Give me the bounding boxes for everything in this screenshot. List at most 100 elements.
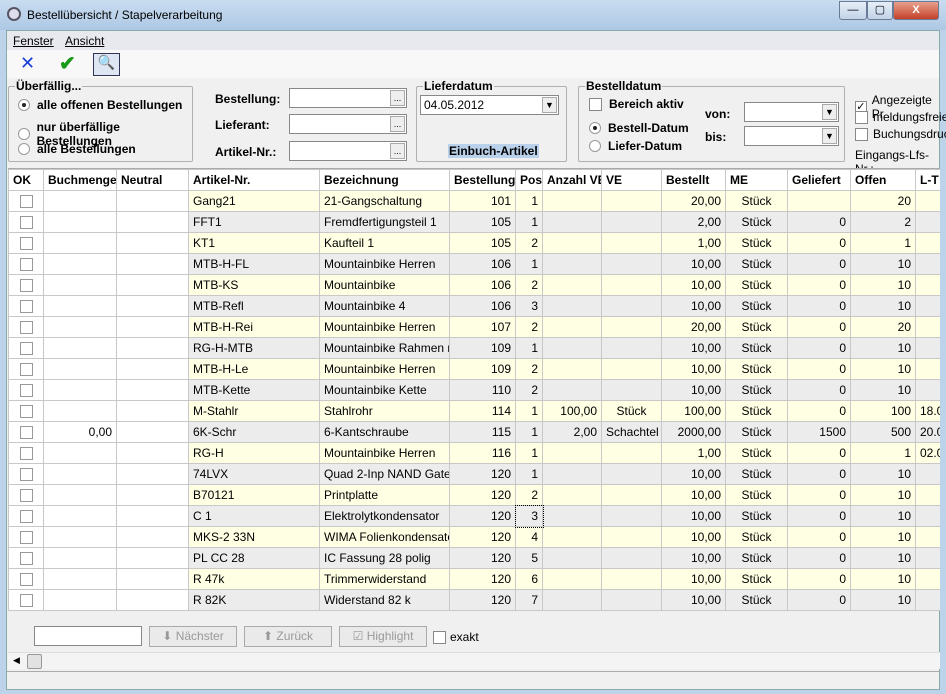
cell-pos[interactable]: 1	[515, 421, 543, 443]
cell-buchmenge[interactable]	[43, 379, 117, 401]
cell-l-t[interactable]	[915, 589, 940, 611]
browse-button[interactable]: ...	[390, 116, 405, 132]
cell-ve[interactable]: Schachtel	[601, 421, 662, 443]
cell-artikel-nr-[interactable]: MTB-H-Rei	[188, 316, 320, 338]
cell-neutral[interactable]	[116, 211, 189, 233]
cell-ve[interactable]	[601, 253, 662, 275]
cell-anzahl-ve[interactable]	[542, 190, 602, 212]
table-row[interactable]: 0,00 6K-Schr 6-Kantschraube 115 1 2,00 Schacht…	[8, 421, 940, 443]
cell-buchmenge[interactable]	[43, 295, 117, 317]
cell-neutral[interactable]	[116, 484, 189, 506]
cell-pos[interactable]: 2	[515, 358, 543, 380]
cell-neutral[interactable]	[116, 190, 189, 212]
cell-artikel-nr-[interactable]: FFT1	[188, 211, 320, 233]
cell-bezeichnung[interactable]: Mountainbike Herren	[319, 253, 450, 275]
cell-bestellt[interactable]: 100,00	[661, 400, 726, 422]
close-button[interactable]: X	[893, 1, 939, 20]
cell-l-t[interactable]	[915, 274, 940, 296]
cell-me[interactable]: Stück	[725, 190, 788, 212]
cell-bestellung[interactable]: 109	[449, 358, 516, 380]
x-icon[interactable]: ✕	[20, 53, 35, 74]
cell-l-t[interactable]: 02.0	[915, 442, 940, 464]
lieferant-input[interactable]: ...	[289, 114, 407, 134]
browse-button[interactable]: ...	[390, 143, 405, 159]
cell-bezeichnung[interactable]: Mountainbike Herren	[319, 442, 450, 464]
cell-anzahl-ve[interactable]	[542, 484, 602, 506]
cell-me[interactable]: Stück	[725, 421, 788, 443]
cell-geliefert[interactable]: 0	[787, 337, 851, 359]
cell-bezeichnung[interactable]: IC Fassung 28 polig	[319, 547, 450, 569]
cell-artikel-nr-[interactable]: MTB-H-Le	[188, 358, 320, 380]
cell-me[interactable]: Stück	[725, 484, 788, 506]
cell-offen[interactable]: 10	[850, 274, 916, 296]
cell-neutral[interactable]	[116, 253, 189, 275]
cell-geliefert[interactable]: 0	[787, 316, 851, 338]
cell-bestellung[interactable]: 120	[449, 463, 516, 485]
cell-artikel-nr-[interactable]: RG-H-MTB	[188, 337, 320, 359]
cell-bestellt[interactable]: 10,00	[661, 379, 726, 401]
ok-checkbox[interactable]	[19, 489, 33, 503]
column-header[interactable]: Bestellung	[449, 169, 516, 191]
ok-checkbox[interactable]	[19, 426, 33, 440]
table-row[interactable]: RG-H Mountainbike Herren 116 1 1,00 Stück 0 1 02…	[8, 442, 940, 464]
cell-geliefert[interactable]	[787, 190, 851, 212]
cell-pos[interactable]: 3	[514, 504, 544, 528]
cell-bestellt[interactable]: 10,00	[661, 526, 726, 548]
maximize-button[interactable]: ▢	[867, 1, 893, 20]
cell-bestellt[interactable]: 10,00	[661, 568, 726, 590]
cell-bestellt[interactable]: 2000,00	[661, 421, 726, 443]
ok-checkbox[interactable]	[19, 258, 33, 272]
cell-anzahl-ve[interactable]	[542, 316, 602, 338]
cell-ve[interactable]	[601, 589, 662, 611]
cell-l-t[interactable]	[915, 505, 940, 527]
ok-checkbox[interactable]	[19, 405, 33, 419]
cell-bestellt[interactable]: 10,00	[661, 274, 726, 296]
cell-neutral[interactable]	[116, 358, 189, 380]
cell-ve[interactable]	[601, 337, 662, 359]
cell-ve[interactable]	[601, 526, 662, 548]
column-header[interactable]: Pos	[515, 169, 543, 191]
cell-ok[interactable]	[8, 463, 44, 485]
table-row[interactable]: FFT1 Fremdfertigungsteil 1 105 1 2,00 Stück 0 2	[8, 211, 940, 233]
cell-l-t[interactable]	[915, 379, 940, 401]
cell-neutral[interactable]	[116, 400, 189, 422]
cell-geliefert[interactable]: 0	[787, 505, 851, 527]
cell-ve[interactable]	[601, 211, 662, 233]
cell-ve[interactable]	[601, 379, 662, 401]
cell-offen[interactable]: 20	[850, 316, 916, 338]
cell-offen[interactable]: 10	[850, 568, 916, 590]
cell-geliefert[interactable]: 0	[787, 274, 851, 296]
cell-bestellung[interactable]: 120	[449, 505, 516, 527]
cell-offen[interactable]: 10	[850, 484, 916, 506]
column-header[interactable]: Anzahl VE	[542, 169, 602, 191]
cell-me[interactable]: Stück	[725, 526, 788, 548]
cell-bestellung[interactable]: 120	[449, 484, 516, 506]
cell-l-t[interactable]	[915, 232, 940, 254]
cell-bestellt[interactable]: 20,00	[661, 190, 726, 212]
cell-buchmenge[interactable]	[43, 274, 117, 296]
cell-l-t[interactable]: 20.0	[915, 421, 940, 443]
cell-l-t[interactable]	[915, 568, 940, 590]
cell-bezeichnung[interactable]: Elektrolytkondensator	[319, 505, 450, 527]
cell-anzahl-ve[interactable]	[542, 337, 602, 359]
table-row[interactable]: MTB-Refl Mountainbike 4 106 3 10,00 Stück 0 10	[8, 295, 940, 317]
cell-anzahl-ve[interactable]	[542, 505, 602, 527]
cell-me[interactable]: Stück	[725, 589, 788, 611]
browse-button[interactable]: ...	[390, 90, 405, 106]
cell-bestellt[interactable]: 10,00	[661, 295, 726, 317]
cell-ok[interactable]	[8, 484, 44, 506]
cell-buchmenge[interactable]	[43, 400, 117, 422]
cell-neutral[interactable]	[116, 295, 189, 317]
cell-me[interactable]: Stück	[725, 463, 788, 485]
cell-pos[interactable]: 1	[515, 337, 543, 359]
cell-ve[interactable]	[601, 295, 662, 317]
cell-l-t[interactable]	[915, 295, 940, 317]
cell-bezeichnung[interactable]: Printplatte	[319, 484, 450, 506]
cell-neutral[interactable]	[116, 316, 189, 338]
cell-bestellung[interactable]: 114	[449, 400, 516, 422]
cell-l-t[interactable]	[915, 358, 940, 380]
table-row[interactable]: R 47k Trimmerwiderstand 120 6 10,00 Stück 0 10	[8, 568, 940, 590]
cell-ve[interactable]	[601, 274, 662, 296]
cell-bezeichnung[interactable]: 21-Gangschaltung	[319, 190, 450, 212]
cell-bestellung[interactable]: 109	[449, 337, 516, 359]
